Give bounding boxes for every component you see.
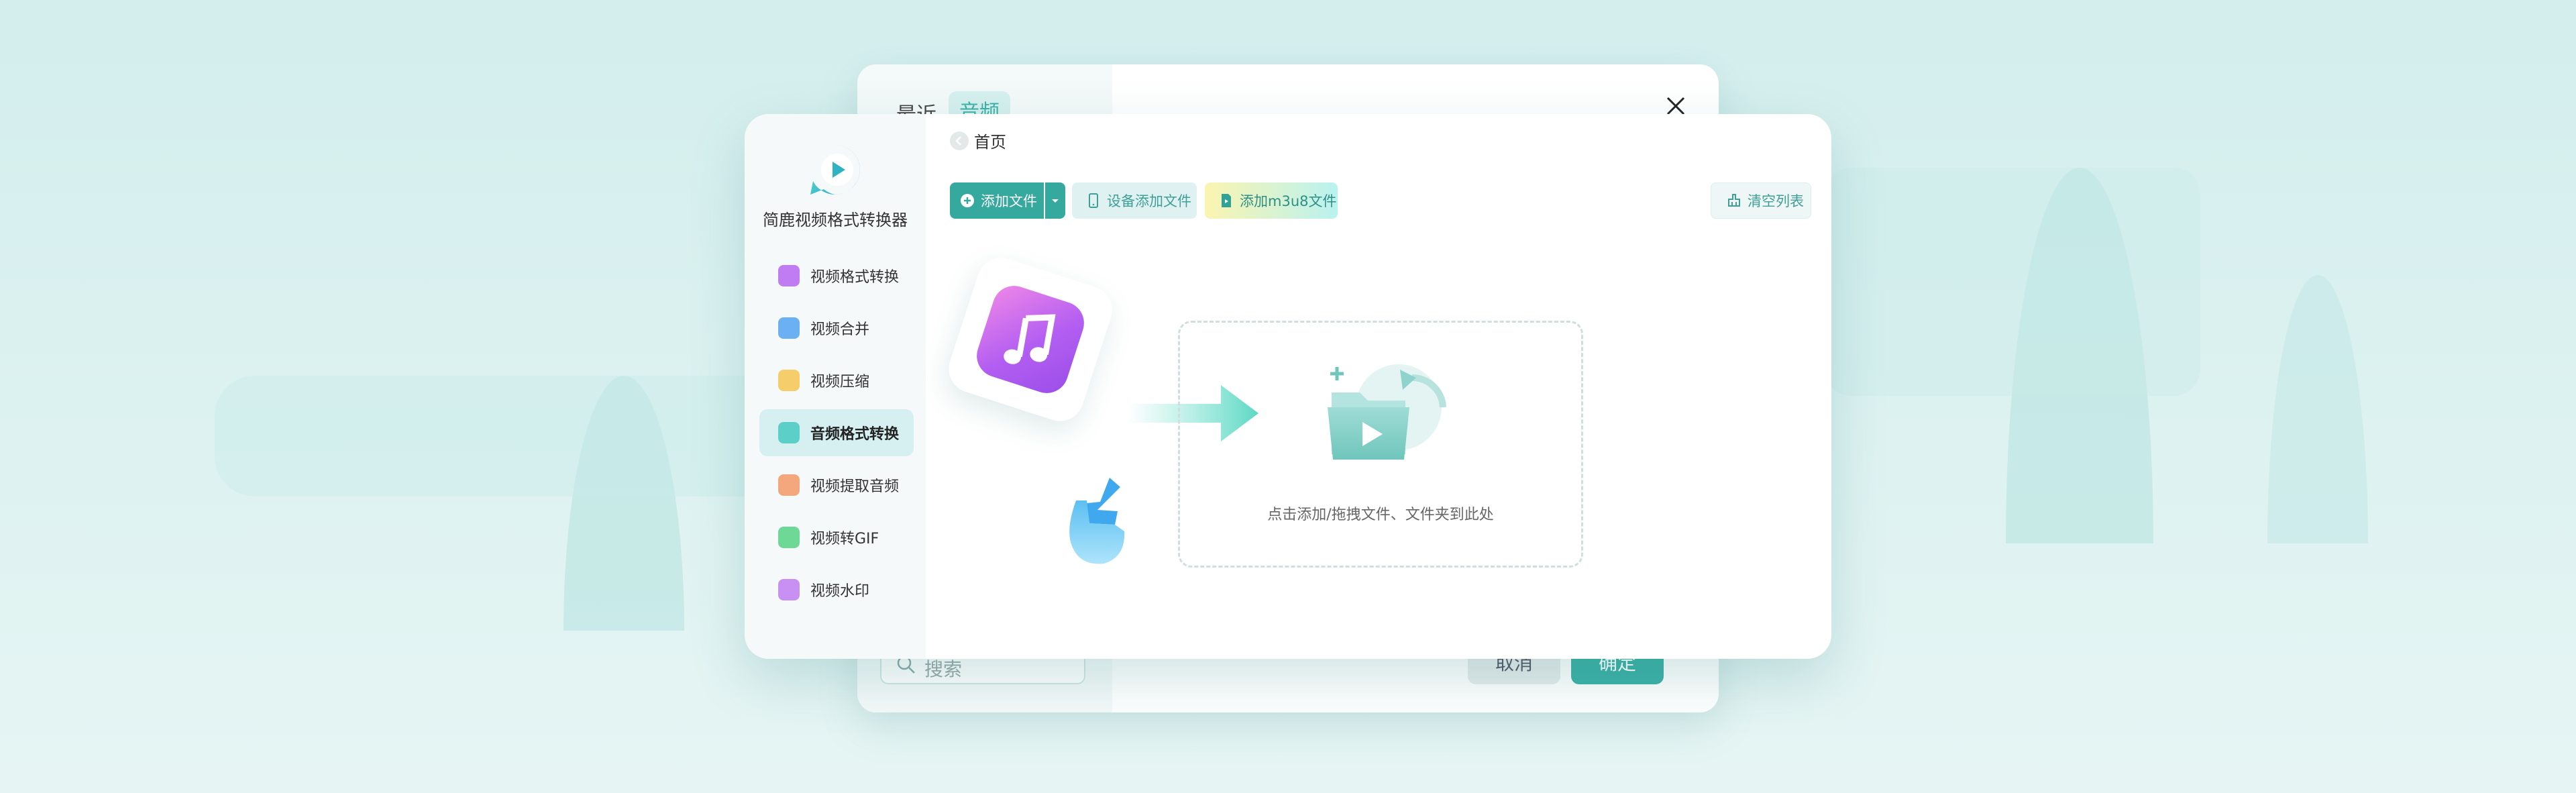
sidebar-item-extract-audio[interactable]: 视频提取音频 — [759, 462, 914, 509]
sidebar-item-label: 视频转GIF — [810, 531, 879, 547]
back-arrow-icon[interactable] — [950, 131, 969, 150]
clear-list-label: 清空列表 — [1748, 193, 1804, 209]
add-m3u8-button[interactable]: 添加m3u8文件 — [1205, 182, 1338, 219]
video-convert-icon — [778, 265, 800, 286]
add-file-dropdown-button[interactable] — [1045, 182, 1065, 219]
music-note-icon — [971, 280, 1090, 399]
hand-cursor-icon — [1069, 478, 1125, 564]
phone-icon — [1085, 193, 1102, 209]
sidebar-item-label: 音频格式转换 — [810, 426, 900, 443]
sidebar-item-label: 视频合并 — [810, 321, 870, 338]
sidebar-item-video-convert[interactable]: 视频格式转换 — [759, 252, 914, 299]
sidebar-item-video-merge[interactable]: 视频合并 — [759, 305, 914, 352]
sidebar-item-label: 视频格式转换 — [810, 269, 900, 286]
app-logo-icon — [810, 145, 860, 195]
breadcrumb-home[interactable]: 首页 — [974, 129, 1006, 152]
plus-circle-icon — [959, 193, 975, 209]
audio-convert-icon — [778, 422, 800, 443]
video-compress-icon — [778, 370, 800, 391]
background-band-right — [1825, 168, 2200, 396]
add-file-button[interactable]: 添加文件 — [950, 182, 1044, 219]
sidebar: 简鹿视频格式转换器 视频格式转换 视频合并 视频压缩 音频格式转换 视频提取音频… — [745, 114, 926, 659]
main-content: 首页 添加文件 设备添加文件 添加m3u8文件 清空列表 点击添加/拖拽文件、文… — [926, 114, 1831, 659]
extract-audio-icon — [778, 474, 800, 496]
device-add-file-label: 设备添加文件 — [1107, 193, 1191, 209]
video-merge-icon — [778, 317, 800, 339]
broom-icon — [1726, 193, 1742, 209]
sidebar-item-label: 视频提取音频 — [810, 478, 900, 495]
clear-list-button[interactable]: 清空列表 — [1711, 182, 1811, 219]
music-app-card — [942, 251, 1119, 428]
background-hill-far-right — [2267, 275, 2368, 543]
breadcrumb[interactable]: 首页 — [950, 129, 1006, 152]
gif-icon — [778, 527, 800, 548]
add-file-label: 添加文件 — [981, 193, 1037, 209]
sidebar-item-label: 视频压缩 — [810, 374, 870, 390]
add-folder-icon — [1328, 364, 1446, 460]
app-name: 简鹿视频格式转换器 — [763, 211, 908, 229]
add-m3u8-label: 添加m3u8文件 — [1240, 193, 1337, 209]
caret-down-icon — [1052, 199, 1059, 203]
sidebar-item-gif[interactable]: 视频转GIF — [759, 514, 914, 561]
file-drop-zone[interactable]: 点击添加/拖拽文件、文件夹到此处 — [1178, 321, 1583, 568]
device-add-file-button[interactable]: 设备添加文件 — [1072, 182, 1197, 219]
sidebar-item-watermark[interactable]: 视频水印 — [759, 566, 914, 613]
sidebar-item-label: 视频水印 — [810, 583, 870, 600]
watermark-icon — [778, 579, 800, 600]
background-band-left — [215, 376, 818, 496]
search-placeholder: 搜索 — [924, 658, 963, 680]
sidebar-item-video-compress[interactable]: 视频压缩 — [759, 357, 914, 404]
file-play-icon — [1218, 193, 1234, 209]
sidebar-item-audio-convert[interactable]: 音频格式转换 — [759, 409, 914, 456]
drop-zone-hint: 点击添加/拖拽文件、文件夹到此处 — [1267, 507, 1494, 523]
app-window: 简鹿视频格式转换器 视频格式转换 视频合并 视频压缩 音频格式转换 视频提取音频… — [745, 114, 1831, 659]
